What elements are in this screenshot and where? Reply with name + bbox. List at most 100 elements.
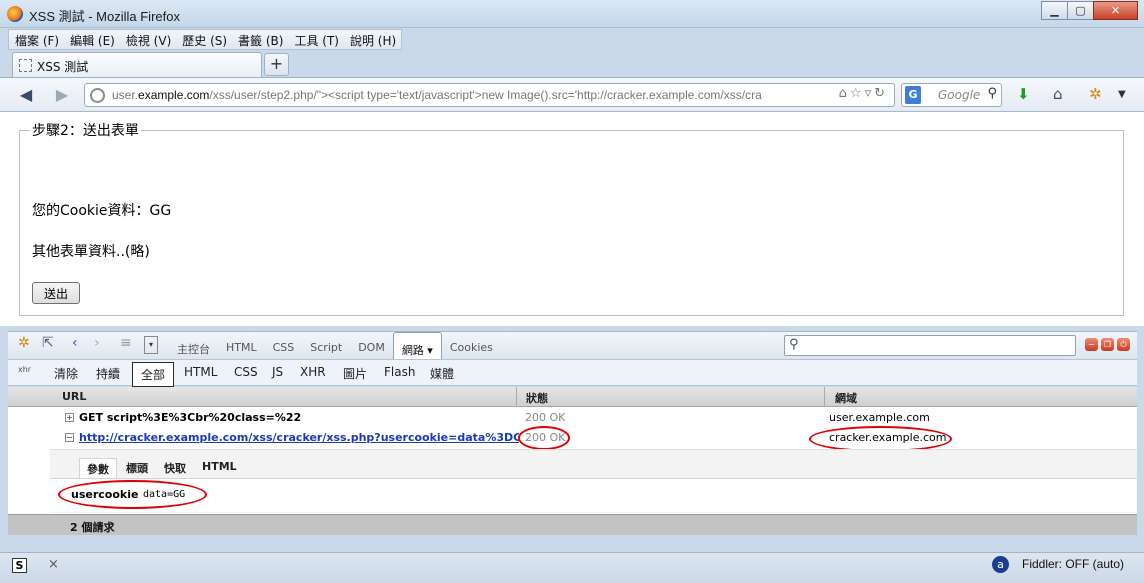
other-form-text: 其他表單資料..(略) (32, 244, 150, 260)
close-icon[interactable]: × (48, 557, 59, 572)
tab-html[interactable]: HTML (218, 332, 265, 360)
net-table-body: + GET script%3E%3Cbr%20class=%22 200 OK … (8, 407, 1137, 514)
clear-button[interactable]: 清除 (54, 365, 78, 382)
filter-css[interactable]: CSS (234, 365, 258, 379)
window-controls: ▁ ▢ ✕ (1041, 1, 1138, 20)
net-filter-bar: xhr 清除 持續 全部 HTML CSS JS XHR 圖片 Flash 媒體 (8, 359, 1137, 387)
detach-firebug-icon[interactable]: ❐ (1101, 338, 1114, 351)
form-fieldset: 步驟2：送出表單 您的Cookie資料：GG 其他表單資料..(略) 送出 (19, 120, 1124, 316)
menu-tools[interactable]: 工具 (T) (288, 30, 344, 49)
menu-file[interactable]: 檔案 (F) (9, 30, 64, 49)
maximize-button[interactable]: ▢ (1067, 1, 1094, 20)
tab-script[interactable]: Script (302, 332, 350, 360)
menu-edit[interactable]: 編輯 (E) (64, 30, 120, 49)
forward-icon[interactable]: › (94, 335, 100, 351)
tab-css[interactable]: CSS (265, 332, 303, 360)
detail-tab-cache[interactable]: 快取 (157, 458, 193, 479)
filter-flash[interactable]: Flash (384, 365, 415, 379)
detail-tab-params[interactable]: 參數 (79, 458, 117, 479)
page-content: 步驟2：送出表單 您的Cookie資料：GG 其他表單資料..(略) 送出 (0, 112, 1144, 326)
request-url[interactable]: http://cracker.example.com/xss/cracker/x… (79, 431, 519, 444)
tab-cookies[interactable]: Cookies (442, 332, 501, 360)
home-icon[interactable]: ⌂ (1053, 85, 1063, 103)
dropdown-icon[interactable]: ▿ (865, 86, 875, 101)
firebug-search-input[interactable]: ⚲ (784, 335, 1076, 356)
url-text[interactable]: user.example.com/xss/user/step2.php/"><s… (112, 88, 814, 102)
new-tab-button[interactable]: + (264, 53, 289, 76)
reload-icon[interactable]: ↻ (874, 86, 888, 101)
filter-html[interactable]: HTML (184, 365, 217, 379)
menu-help[interactable]: 說明 (H) (344, 30, 401, 49)
tab-xss-test[interactable]: XSS 測試 (12, 52, 262, 77)
tab-net[interactable]: 網路 ▾ (392, 332, 442, 360)
expand-toggle[interactable]: + (65, 413, 74, 422)
net-table-header: URL 狀態 網域 (8, 387, 1137, 407)
search-icon: ⚲ (789, 337, 799, 352)
menu-history[interactable]: 歷史 (S) (176, 30, 232, 49)
list-icon[interactable]: ≡ (120, 335, 132, 351)
xhr-icon[interactable]: xhr (18, 365, 31, 374)
panel-menu-icon[interactable]: ▾ (144, 336, 158, 354)
filter-media[interactable]: 媒體 (430, 365, 454, 382)
menu-view[interactable]: 檢視 (V) (120, 30, 176, 49)
firebug-toolbar: ✲ ⇱ ‹ › ≡ ▾ 主控台 HTML CSS Script DOM 網路 ▾… (8, 331, 1137, 360)
navigation-bar: ◀ ▶ user.example.com/xss/user/step2.php/… (0, 77, 1144, 112)
fiddler-status[interactable]: Fiddler: OFF (auto) (1022, 557, 1124, 571)
request-count: 2 個請求 (70, 521, 115, 534)
filter-xhr[interactable]: XHR (300, 365, 326, 379)
params-panel: usercookie data=GG (50, 478, 1137, 512)
close-firebug-icon[interactable]: ⏻ (1117, 338, 1130, 351)
column-separator (516, 387, 517, 407)
forward-arrow-icon[interactable]: ▶ (50, 84, 74, 106)
detail-tab-headers[interactable]: 標頭 (119, 458, 155, 479)
back-icon[interactable]: ‹ (72, 335, 78, 351)
form-legend: 步驟2：送出表單 (32, 123, 139, 139)
column-url[interactable]: URL (62, 390, 86, 403)
firebug-tabs: 主控台 HTML CSS Script DOM 網路 ▾ Cookies (169, 332, 501, 360)
detail-tab-html[interactable]: HTML (195, 458, 244, 479)
table-row[interactable]: + GET script%3E%3Cbr%20class=%22 200 OK … (8, 408, 1137, 428)
param-highlight-circle (58, 480, 207, 509)
column-separator (824, 387, 825, 407)
inspect-icon[interactable]: ⇱ (42, 335, 54, 351)
tab-console[interactable]: 主控台 (169, 332, 218, 360)
minimize-button[interactable]: ▁ (1041, 1, 1068, 20)
menu-bar: 檔案 (F) 編輯 (E) 檢視 (V) 歷史 (S) 書籤 (B) 工具 (T… (8, 29, 403, 50)
request-url[interactable]: GET script%3E%3Cbr%20class=%22 (79, 411, 519, 424)
search-box[interactable]: G Google ⚲ (901, 83, 1002, 107)
firebug-menu-icon[interactable]: ▼ (1118, 89, 1126, 100)
google-icon[interactable]: G (905, 86, 921, 104)
url-bar[interactable]: user.example.com/xss/user/step2.php/"><s… (84, 83, 895, 107)
firebug-logo-icon[interactable]: ✲ (18, 335, 30, 351)
fiddler-icon[interactable]: a (992, 556, 1009, 573)
tab-label: XSS 測試 (37, 60, 89, 74)
back-arrow-icon[interactable]: ◀ (14, 84, 38, 106)
url-bar-icons: ⌂☆▿↻ (839, 86, 888, 101)
star-icon[interactable]: ☆ (850, 86, 865, 101)
menu-bookmarks[interactable]: 書籤 (B) (232, 30, 288, 49)
download-icon[interactable]: ⬇ (1017, 85, 1030, 103)
status-highlight-circle (518, 426, 570, 450)
request-detail-panel: 參數 標頭 快取 HTML usercookie data=GG (50, 449, 1137, 513)
firebug-icon[interactable]: ✲ (1089, 85, 1102, 103)
filter-all[interactable]: 全部 (132, 362, 175, 387)
collapse-toggle[interactable]: − (65, 433, 74, 442)
search-icon[interactable]: ⚲ (987, 86, 997, 101)
column-domain[interactable]: 網域 (835, 390, 857, 406)
status-bar: S × a Fiddler: OFF (auto) (0, 552, 1144, 583)
tab-dom[interactable]: DOM (350, 332, 393, 360)
filter-images[interactable]: 圖片 (343, 365, 367, 382)
addon-s-icon[interactable]: S (12, 558, 27, 573)
submit-button[interactable]: 送出 (32, 282, 80, 304)
persist-button[interactable]: 持續 (96, 365, 120, 382)
cookie-text: 您的Cookie資料：GG (32, 203, 172, 219)
request-domain: user.example.com (829, 411, 930, 424)
column-status[interactable]: 狀態 (526, 390, 548, 406)
minimize-firebug-icon[interactable]: − (1085, 338, 1098, 351)
window-title: XSS 測試 - Mozilla Firefox (29, 9, 180, 24)
home-bookmark-icon[interactable]: ⌂ (839, 86, 850, 101)
close-window-button[interactable]: ✕ (1093, 1, 1138, 20)
filter-js[interactable]: JS (272, 365, 283, 379)
table-row[interactable]: − http://cracker.example.com/xss/cracker… (8, 426, 1137, 452)
detail-tabs: 參數 標頭 快取 HTML (79, 458, 246, 479)
